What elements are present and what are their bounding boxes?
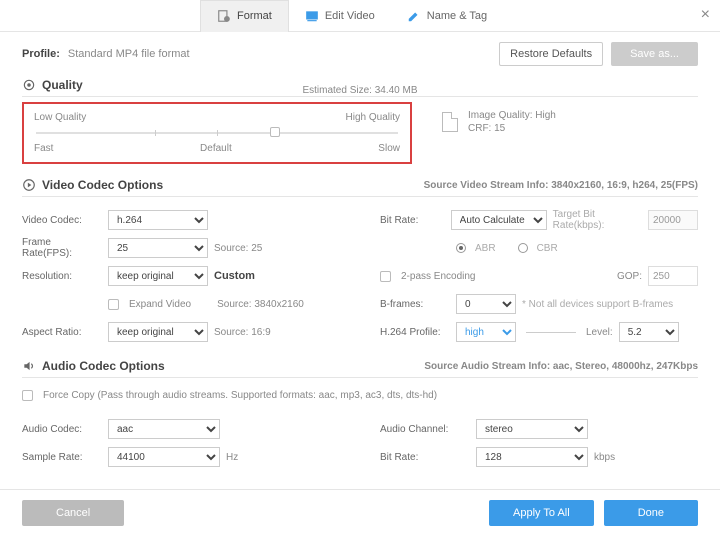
level-label: Level:	[586, 327, 613, 338]
crf-value: CRF: 15	[468, 123, 556, 134]
force-copy-checkbox[interactable]	[22, 390, 33, 401]
tab-format-label: Format	[237, 10, 272, 22]
restore-defaults-button[interactable]: Restore Defaults	[499, 42, 603, 66]
quality-slider[interactable]	[36, 125, 398, 139]
cbr-label: CBR	[537, 243, 558, 254]
sample-rate-select[interactable]: 44100	[108, 447, 220, 467]
apply-to-all-button[interactable]: Apply To All	[489, 500, 594, 526]
image-quality-value: Image Quality: High	[468, 110, 556, 121]
bitrate-label: Bit Rate:	[380, 215, 445, 226]
estimated-size: Estimated Size: 34.40 MB	[22, 85, 698, 96]
video-codec-label: Video Codec:	[22, 215, 102, 226]
document-icon	[442, 112, 458, 132]
bframes-label: B-frames:	[380, 299, 450, 310]
audio-channel-label: Audio Channel:	[380, 424, 470, 435]
twopass-checkbox[interactable]	[380, 271, 391, 282]
low-quality-label: Low Quality	[34, 112, 86, 123]
abr-label: ABR	[475, 243, 496, 254]
gop-label: GOP:	[617, 271, 642, 282]
bframes-note: * Not all devices support B-frames	[522, 299, 673, 310]
audio-codec-select[interactable]: aac	[108, 419, 220, 439]
sample-rate-label: Sample Rate:	[22, 452, 102, 463]
quality-slider-box: Low Quality High Quality Fast Default Sl…	[22, 102, 412, 164]
audio-bitrate-select[interactable]: 128	[476, 447, 588, 467]
tab-nametag-label: Name & Tag	[427, 10, 487, 22]
format-icon	[217, 9, 231, 23]
aspect-source: Source: 16:9	[214, 327, 271, 338]
bitrate-select[interactable]: Auto Calculate	[451, 210, 547, 230]
expand-video-label: Expand Video	[129, 299, 191, 310]
gop-input[interactable]	[648, 266, 698, 286]
abr-radio[interactable]	[456, 243, 466, 253]
sample-rate-unit: Hz	[226, 452, 238, 463]
done-button[interactable]: Done	[604, 500, 698, 526]
audio-stream-info: Source Audio Stream Info: aac, Stereo, 4…	[424, 361, 698, 372]
video-codec-select[interactable]: h.264	[108, 210, 208, 230]
resolution-select[interactable]: keep original	[108, 266, 208, 286]
fps-label: Frame Rate(FPS):	[22, 237, 102, 259]
high-quality-label: High Quality	[346, 112, 400, 123]
pencil-icon	[407, 9, 421, 23]
slider-thumb[interactable]	[270, 127, 280, 137]
audio-codec-label: Audio Codec:	[22, 424, 102, 435]
audio-channel-select[interactable]: stereo	[476, 419, 588, 439]
profile-label: Profile:	[22, 48, 60, 60]
resolution-label: Resolution:	[22, 271, 102, 282]
tab-format[interactable]: Format	[200, 0, 289, 32]
video-codec-header: Video Codec Options	[42, 178, 163, 192]
audio-bitrate-unit: kbps	[594, 452, 615, 463]
fps-select[interactable]: 25	[108, 238, 208, 258]
aspect-select[interactable]: keep original	[108, 322, 208, 342]
h264profile-select[interactable]: high	[456, 322, 516, 342]
gear-icon	[22, 78, 36, 92]
fast-label: Fast	[34, 143, 53, 154]
default-label: Default	[200, 143, 232, 154]
target-bitrate-label: Target Bit Rate(kbps):	[553, 209, 642, 231]
profile-value: Standard MP4 file format	[68, 48, 190, 60]
custom-button[interactable]: Custom	[214, 270, 255, 282]
resolution-source: Source: 3840x2160	[217, 299, 304, 310]
h264profile-label: H.264 Profile:	[380, 327, 450, 338]
target-bitrate-input[interactable]	[648, 210, 698, 230]
audio-codec-header: Audio Codec Options	[42, 359, 165, 373]
slow-label: Slow	[378, 143, 400, 154]
expand-video-checkbox[interactable]	[108, 299, 119, 310]
audio-icon	[22, 359, 36, 373]
tab-bar: Format Edit Video Name & Tag ×	[0, 0, 720, 32]
twopass-label: 2-pass Encoding	[401, 271, 476, 282]
footer: Cancel Apply To All Done	[0, 489, 720, 536]
tab-edit-label: Edit Video	[325, 10, 375, 22]
video-stream-info: Source Video Stream Info: 3840x2160, 16:…	[424, 180, 698, 191]
force-copy-label: Force Copy (Pass through audio streams. …	[43, 390, 437, 401]
fps-source: Source: 25	[214, 243, 262, 254]
close-icon[interactable]: ×	[701, 6, 710, 24]
aspect-label: Aspect Ratio:	[22, 327, 102, 338]
level-select[interactable]: 5.2	[619, 322, 679, 342]
bframes-select[interactable]: 0	[456, 294, 516, 314]
cancel-button[interactable]: Cancel	[22, 500, 124, 526]
tab-edit-video[interactable]: Edit Video	[289, 0, 391, 32]
audio-bitrate-label: Bit Rate:	[380, 452, 470, 463]
save-as-button[interactable]: Save as...	[611, 42, 698, 66]
cbr-radio[interactable]	[518, 243, 528, 253]
video-icon	[22, 178, 36, 192]
tab-name-tag[interactable]: Name & Tag	[391, 0, 503, 32]
edit-video-icon	[305, 9, 319, 23]
